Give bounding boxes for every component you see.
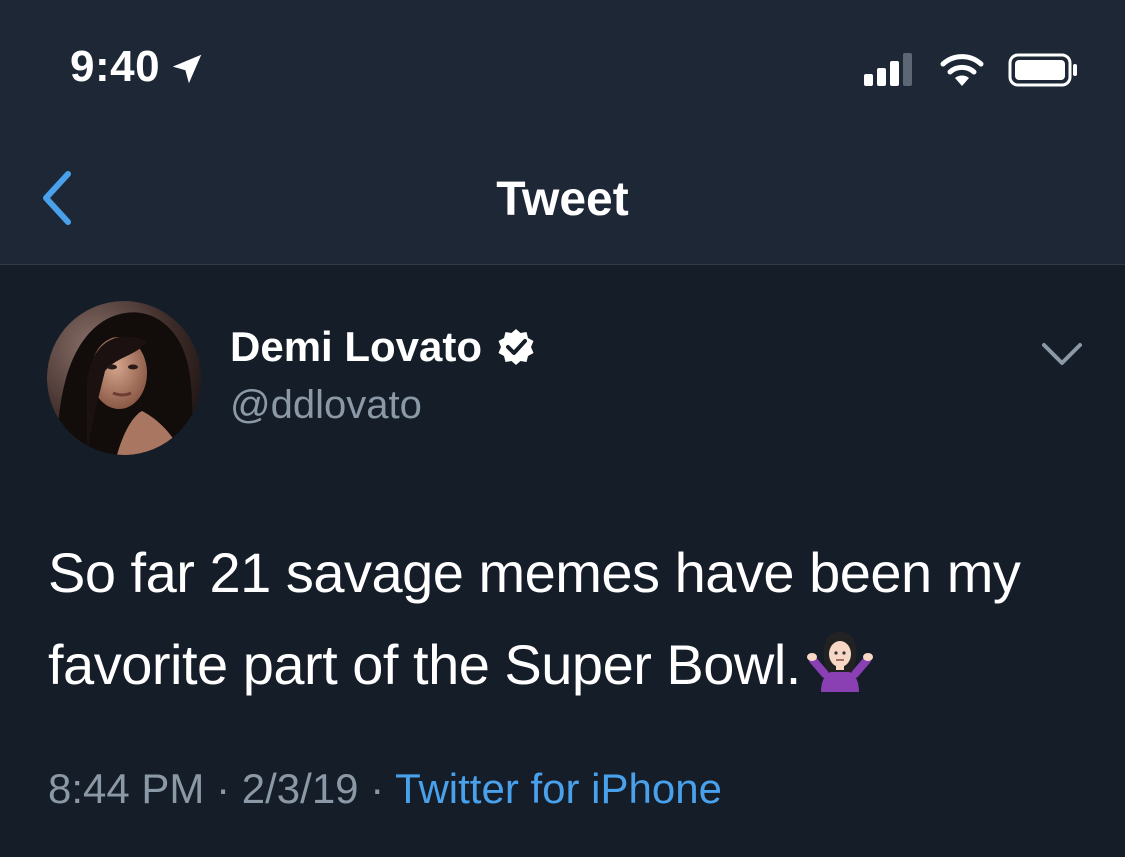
meta-separator: · <box>370 765 385 812</box>
tweet-text: So far 21 savage memes have been my favo… <box>48 527 1068 711</box>
tweet-body: So far 21 savage memes have been my favo… <box>48 541 1021 696</box>
header: 9:40 Tweet <box>0 0 1125 265</box>
avatar[interactable] <box>47 301 201 455</box>
verified-badge-icon <box>498 329 534 365</box>
status-indicators <box>864 52 1080 88</box>
battery-icon <box>1008 53 1077 87</box>
status-time: 9:40 <box>70 42 161 91</box>
author-handle[interactable]: @ddlovato <box>230 383 422 428</box>
avatar-image <box>47 301 201 455</box>
author-name-row[interactable]: Demi Lovato <box>230 323 536 371</box>
status-bar-time-group: 9:40 <box>70 42 206 92</box>
page-title: Tweet <box>496 173 629 226</box>
tweet-source-link[interactable]: Twitter for iPhone <box>395 765 722 812</box>
cellular-signal-icon <box>864 53 912 86</box>
person-shrugging-emoji <box>806 632 873 692</box>
tweet-date: 2/3/19 <box>241 765 359 812</box>
tweet-meta: 8:44 PM · 2/3/19 · Twitter for iPhone <box>48 765 722 813</box>
author-name: Demi Lovato <box>230 323 483 370</box>
tweet-time: 8:44 PM <box>48 765 205 812</box>
tweet-detail: Demi Lovato @ddlovato So far 21 savage m… <box>0 265 1125 857</box>
wifi-icon <box>940 54 984 86</box>
meta-separator: · <box>216 765 231 812</box>
location-arrow-icon <box>172 54 202 84</box>
chevron-down-icon[interactable] <box>1040 339 1084 369</box>
